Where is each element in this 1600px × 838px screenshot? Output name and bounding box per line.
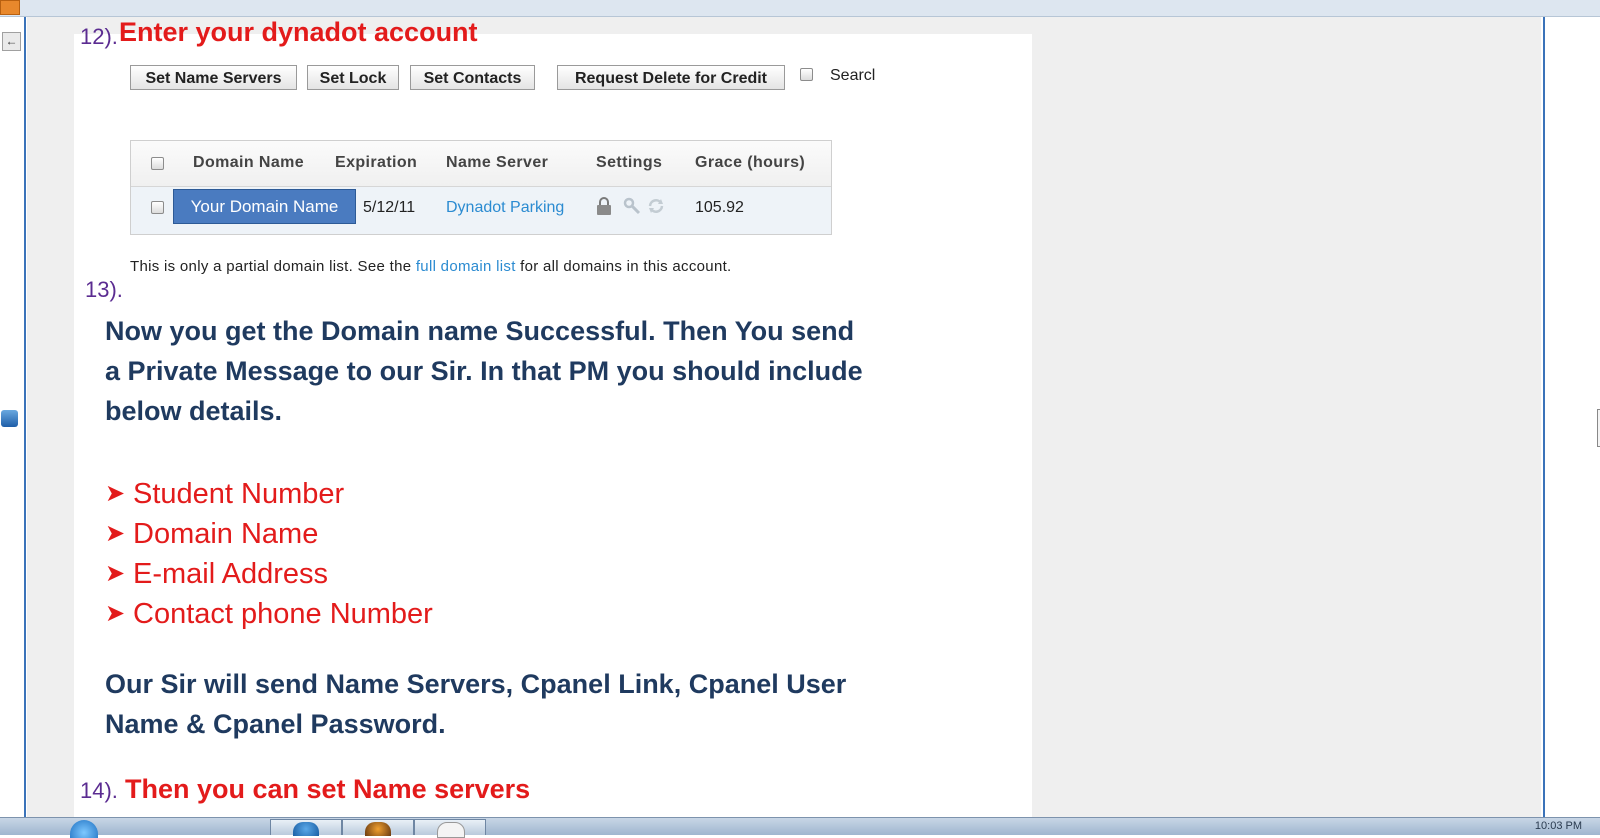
list-item: ➤ Domain Name: [105, 514, 433, 554]
set-contacts-button[interactable]: Set Contacts: [410, 65, 535, 90]
table-header: Domain Name Expiration Name Server Setti…: [131, 141, 831, 187]
paragraph-line: below details.: [105, 396, 283, 426]
table-row: Your Domain Name 5/12/11 Dynadot Parking…: [131, 187, 831, 234]
select-all-checkbox[interactable]: [151, 157, 164, 170]
arrow-bullet-icon: ➤: [105, 600, 126, 627]
step-13-number: 13).: [85, 277, 123, 302]
full-domain-list-link[interactable]: full domain list: [416, 258, 516, 275]
paragraph-line: a Private Message to our Sir. In that PM…: [105, 356, 863, 386]
grace-hours-cell: 105.92: [695, 199, 744, 216]
taskbar-document-button[interactable]: [414, 819, 486, 838]
note-suffix: for all domains in this account.: [520, 258, 732, 275]
step-14-heading: Then you can set Name servers: [125, 774, 531, 804]
step-14-number: 14).: [80, 778, 118, 803]
list-item: ➤ Contact phone Number: [105, 594, 433, 634]
arrow-bullet-icon: ➤: [105, 480, 126, 507]
document-icon: [437, 822, 465, 838]
header-expiration[interactable]: Expiration: [335, 154, 417, 172]
taskbar: 10:03 PM: [0, 817, 1600, 838]
app-icon[interactable]: [0, 0, 20, 15]
closing-paragraph: Our Sir will send Name Servers, Cpanel L…: [105, 664, 846, 744]
start-button-icon[interactable]: [70, 820, 98, 838]
paragraph-line: Now you get the Domain name Successful. …: [105, 316, 855, 346]
domain-name-cell[interactable]: Your Domain Name: [173, 189, 356, 224]
step-13-paragraph: Now you get the Domain name Successful. …: [105, 311, 863, 431]
row-checkbox[interactable]: [151, 201, 164, 214]
renew-icon[interactable]: [647, 197, 665, 215]
paragraph-line: Our Sir will send Name Servers, Cpanel L…: [105, 669, 847, 699]
list-item: ➤ Student Number: [105, 474, 433, 514]
set-name-servers-button[interactable]: Set Name Servers: [130, 65, 297, 90]
browser-globe-icon[interactable]: [1, 410, 18, 427]
header-name-server[interactable]: Name Server: [446, 154, 548, 172]
step-12-heading: Enter your dynadot account: [119, 17, 478, 47]
right-scroll-rail: [1543, 17, 1600, 817]
search-label: Searcl: [830, 67, 876, 84]
domain-table: Domain Name Expiration Name Server Setti…: [130, 140, 832, 235]
arrow-bullet-icon: ➤: [105, 520, 126, 547]
search-checkbox[interactable]: [800, 68, 813, 81]
name-server-link[interactable]: Dynadot Parking: [446, 199, 564, 217]
header-grace-hours[interactable]: Grace (hours): [695, 154, 805, 172]
lock-icon[interactable]: [596, 197, 612, 216]
step-12-number: 12).: [80, 24, 118, 49]
left-panel: ←: [0, 17, 26, 817]
back-arrow-icon[interactable]: ←: [2, 32, 21, 51]
arrow-bullet-icon: ➤: [105, 560, 126, 587]
system-clock[interactable]: 10:03 PM: [1535, 820, 1582, 832]
taskbar-app-button[interactable]: [342, 819, 414, 836]
wrench-icon[interactable]: [623, 197, 641, 215]
window-title-bar: [0, 0, 1600, 17]
set-lock-button[interactable]: Set Lock: [307, 65, 399, 90]
paragraph-line: Name & Cpanel Password.: [105, 709, 446, 739]
partial-list-note: This is only a partial domain list. See …: [130, 258, 732, 275]
header-domain-name[interactable]: Domain Name: [193, 154, 304, 172]
expiration-cell: 5/12/11: [363, 199, 416, 216]
taskbar-browser-button[interactable]: [270, 819, 342, 836]
list-item: ➤ E-mail Address: [105, 554, 433, 594]
header-settings: Settings: [596, 154, 663, 171]
request-delete-button[interactable]: Request Delete for Credit: [557, 65, 785, 90]
details-list: ➤ Student Number ➤ Domain Name ➤ E-mail Add…: [105, 474, 433, 634]
note-prefix: This is only a partial domain list. See …: [130, 258, 412, 275]
